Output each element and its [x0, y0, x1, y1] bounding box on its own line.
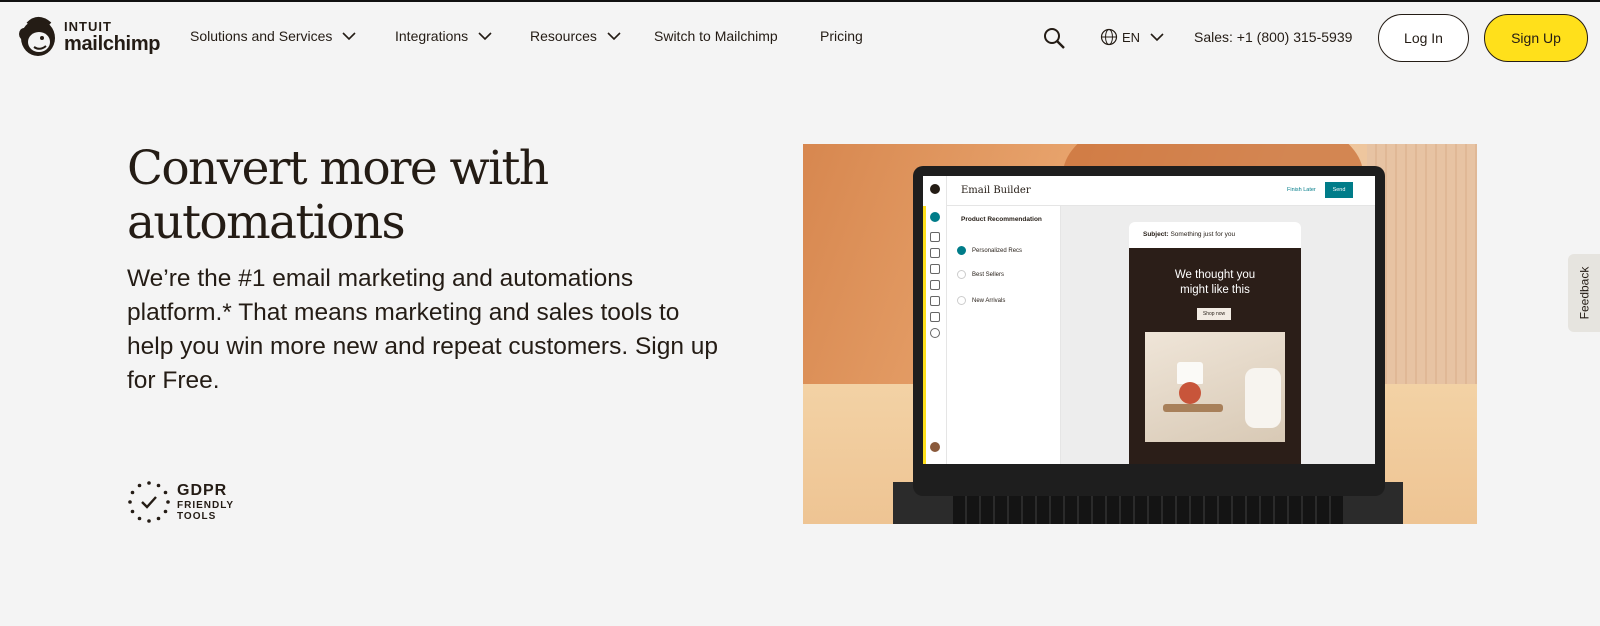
- pillow: [1245, 368, 1281, 428]
- laptop-screen: Email Builder Finish Later Send Product …: [923, 176, 1375, 464]
- logo-mailchimp-text: mailchimp: [64, 33, 161, 55]
- chevron-down-icon: [1150, 33, 1164, 42]
- nav-item-label: Pricing: [820, 28, 863, 44]
- nav-item-label: Resources: [530, 28, 597, 44]
- nav-item-label: Integrations: [395, 28, 469, 44]
- nav-pricing[interactable]: Pricing: [820, 28, 863, 44]
- email-subject: Subject: Something just for you: [1143, 231, 1235, 238]
- subject-text: Something just for you: [1170, 231, 1236, 238]
- language-selector[interactable]: EN: [1100, 28, 1164, 46]
- recommendation-panel: Product Recommendation Personalized Recs…: [947, 206, 1061, 464]
- feedback-label: Feedback: [1577, 266, 1592, 320]
- option-best-sellers: Best Sellers: [957, 270, 1004, 279]
- lamp-photo: [1145, 332, 1285, 442]
- integrations-icon: [930, 312, 940, 322]
- nav-switch-to-mailchimp[interactable]: Switch to Mailchimp: [654, 28, 778, 44]
- hero-title: Convert more with automations: [127, 141, 549, 250]
- radio-icon: [957, 296, 966, 305]
- yellow-accent-bar: [923, 206, 926, 464]
- email-canvas: Subject: Something just for you We thoug…: [1061, 206, 1375, 464]
- laptop: Email Builder Finish Later Send Product …: [913, 166, 1385, 496]
- audience-icon: [930, 248, 940, 258]
- chevron-down-icon: [478, 32, 492, 41]
- send-button: Send: [1325, 182, 1353, 198]
- search-icon: [930, 328, 940, 338]
- email-heading-line2: might like this: [1180, 284, 1250, 296]
- lamp-shade: [1177, 362, 1203, 384]
- search-icon[interactable]: [1042, 26, 1066, 50]
- hero-laptop-image: Email Builder Finish Later Send Product …: [803, 144, 1477, 524]
- feedback-tab[interactable]: Feedback: [1568, 254, 1600, 332]
- nav-item-label: Solutions and Services: [190, 28, 333, 44]
- radio-selected-icon: [957, 246, 966, 255]
- globe-icon: [1100, 28, 1118, 46]
- app-rail: [923, 176, 947, 464]
- top-navigation: INTUIT mailchimp Solutions and Services …: [0, 2, 1600, 74]
- email-heading: We thought you might like this: [1129, 268, 1301, 298]
- pencil-icon: [930, 212, 940, 222]
- sales-phone-link[interactable]: Sales: +1 (800) 315-5939: [1194, 29, 1352, 45]
- option-label: New Arrivals: [972, 297, 1006, 304]
- email-preview: Subject: Something just for you We thoug…: [1129, 222, 1301, 464]
- lamp-base: [1179, 382, 1201, 404]
- avatar: [930, 442, 940, 452]
- nav-resources[interactable]: Resources: [530, 28, 621, 44]
- side-table: [1163, 404, 1223, 412]
- app-title: Email Builder: [961, 185, 1031, 196]
- logo-wordmark: INTUIT mailchimp: [64, 19, 161, 55]
- store-icon: [930, 296, 940, 306]
- nav-integrations[interactable]: Integrations: [395, 28, 492, 44]
- gdpr-line2: FRIENDLY: [177, 499, 235, 511]
- hero-subtitle: We’re the #1 email marketing and automat…: [127, 265, 719, 394]
- signup-button[interactable]: Sign Up: [1484, 14, 1588, 62]
- chevron-down-icon: [607, 32, 621, 41]
- option-new-arrivals: New Arrivals: [957, 296, 1005, 305]
- gdpr-line3: TOOLS: [177, 510, 217, 522]
- finish-later-link: Finish Later: [1287, 187, 1316, 193]
- radio-icon: [957, 270, 966, 279]
- content-icon: [930, 280, 940, 290]
- freddie-logo-icon: [19, 17, 55, 56]
- mailchimp-logo[interactable]: INTUIT mailchimp: [18, 16, 161, 58]
- logo-intuit-text: INTUIT: [64, 19, 112, 34]
- subject-label: Subject:: [1143, 231, 1169, 238]
- automation-icon: [930, 264, 940, 274]
- gdpr-badge: GDPR FRIENDLY TOOLS: [127, 480, 234, 524]
- freddie-logo-icon: [930, 184, 940, 194]
- eu-stars-check-icon: [128, 481, 170, 523]
- panel-title: Product Recommendation: [961, 216, 1042, 223]
- option-label: Best Sellers: [972, 271, 1005, 278]
- option-personalized-recs: Personalized Recs: [957, 246, 1022, 255]
- nav-item-label: Switch to Mailchimp: [654, 28, 778, 44]
- campaign-icon: [930, 232, 940, 242]
- language-label: EN: [1122, 29, 1141, 45]
- nav-solutions-services[interactable]: Solutions and Services: [190, 28, 356, 44]
- gdpr-line1: GDPR: [177, 482, 228, 500]
- app-header: Email Builder Finish Later Send: [947, 176, 1375, 206]
- email-heading-line1: We thought you: [1174, 269, 1256, 281]
- gdpr-text: GDPR FRIENDLY TOOLS: [177, 482, 234, 522]
- email-hero: We thought you might like this Shop now: [1129, 248, 1301, 464]
- chevron-down-icon: [342, 32, 356, 41]
- option-label: Personalized Recs: [972, 247, 1023, 254]
- login-button[interactable]: Log In: [1378, 14, 1469, 62]
- shop-now-button: Shop now: [1197, 308, 1231, 320]
